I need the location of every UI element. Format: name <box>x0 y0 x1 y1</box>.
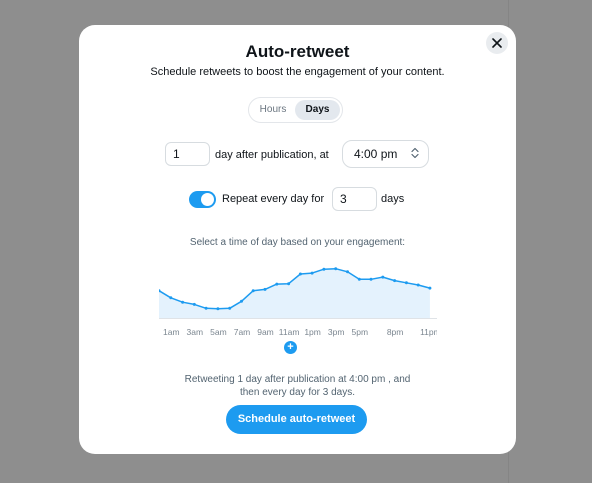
repeat-toggle[interactable] <box>189 191 216 208</box>
hours-days-toggle: Hours Days <box>248 97 343 123</box>
x-tick-label: 8pm <box>387 327 404 337</box>
x-tick-label: 3pm <box>328 327 345 337</box>
schedule-auto-retweet-button[interactable]: Schedule auto-retweet <box>226 405 367 434</box>
chart-point[interactable] <box>204 306 208 310</box>
summary-line-2: then every day for 3 days. <box>239 387 356 398</box>
repeat-unit: days <box>381 193 405 205</box>
chart-point[interactable] <box>251 289 255 293</box>
chart-point[interactable] <box>287 282 291 286</box>
chart-point[interactable] <box>346 270 349 274</box>
chart-area <box>159 268 430 318</box>
chart-point[interactable] <box>357 277 361 281</box>
x-tick-label: 7am <box>234 327 251 337</box>
x-tick-label: 11pm <box>420 327 437 337</box>
x-tick-label: 5am <box>210 327 227 337</box>
plus-icon: + <box>287 341 294 353</box>
chart-caption: Select a time of day based on your engag… <box>189 237 406 248</box>
x-tick-label: 1am <box>163 327 180 337</box>
chart-point[interactable] <box>334 267 338 271</box>
toggle-knob <box>201 193 214 206</box>
dialog-subtitle: Schedule retweets to boost the engagemen… <box>150 66 445 78</box>
chart-point[interactable] <box>169 296 173 300</box>
delay-description: day after publication, at <box>215 149 329 161</box>
chevron-up-down-icon <box>411 147 419 159</box>
tab-days[interactable]: Days <box>295 100 340 120</box>
delay-days-input[interactable]: 1 <box>165 142 210 166</box>
engagement-chart-svg: 1am 3am 5am 7am 9am 11am 1pm 3pm 5pm 8pm 11pm <box>157 267 441 337</box>
tab-hours[interactable]: Hours <box>251 100 295 120</box>
engagement-chart[interactable]: 1am 3am 5am 7am 9am 11am 1pm 3pm 5pm 8pm 11pm <box>157 261 441 346</box>
chart-point[interactable] <box>322 267 326 271</box>
chart-point[interactable] <box>240 299 243 303</box>
chart-point[interactable] <box>228 306 232 310</box>
chart-point[interactable] <box>298 272 302 276</box>
chart-point[interactable] <box>404 281 408 285</box>
chart-point[interactable] <box>263 287 267 291</box>
repeat-label: Repeat every day for <box>222 193 325 205</box>
chart-point[interactable] <box>416 283 420 287</box>
chart-point[interactable] <box>428 286 432 290</box>
auto-retweet-dialog: Auto-retweet Schedule retweets to boost … <box>79 25 516 454</box>
time-value: 4:00 pm <box>354 147 398 161</box>
add-time-button[interactable]: + <box>284 341 297 354</box>
schedule-summary: Retweeting 1 day after publication at 4:… <box>169 373 426 399</box>
time-select[interactable]: 4:00 pm <box>342 140 429 168</box>
chart-point[interactable] <box>369 277 373 281</box>
chart-point[interactable] <box>181 300 185 304</box>
x-tick-label: 11am <box>279 327 300 337</box>
summary-line-1: Retweeting 1 day after publication at 4:… <box>184 374 411 385</box>
chart-point[interactable] <box>192 302 196 306</box>
x-tick-label: 5pm <box>352 327 369 337</box>
x-tick-label: 3am <box>187 327 204 337</box>
dialog-title: Auto-retweet <box>245 42 350 61</box>
x-tick-label: 9am <box>257 327 274 337</box>
chart-point[interactable] <box>381 275 385 279</box>
repeat-count-input[interactable]: 3 <box>332 187 377 211</box>
chart-point[interactable] <box>393 279 397 283</box>
chart-point[interactable] <box>275 282 279 286</box>
chart-point[interactable] <box>216 307 220 311</box>
chart-point[interactable] <box>310 271 314 275</box>
x-tick-label: 1pm <box>304 327 321 337</box>
